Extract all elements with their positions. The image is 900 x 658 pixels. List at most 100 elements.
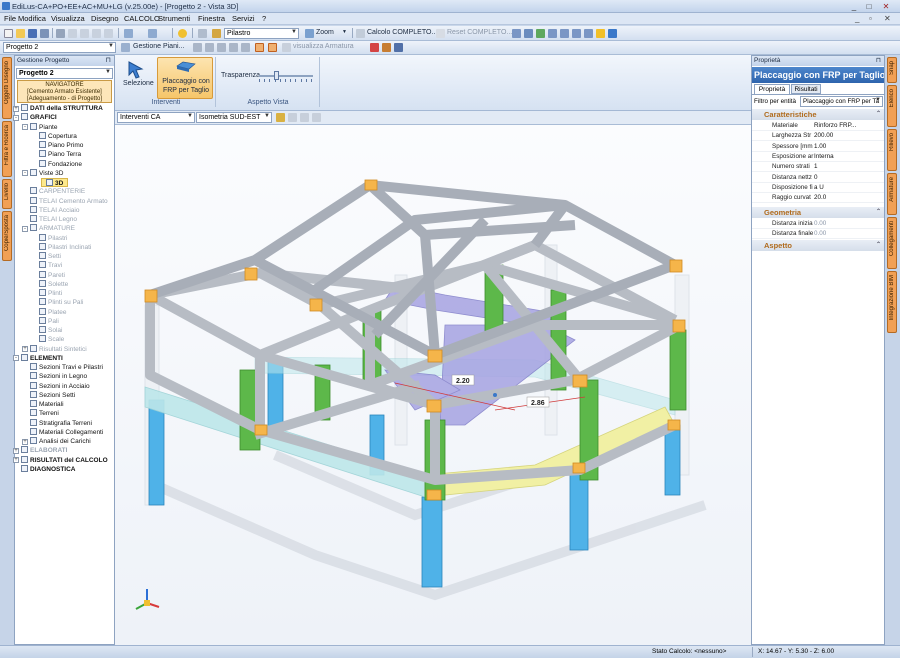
project-panel-combo[interactable]: Progetto 2 ▼ [16,68,113,79]
cut-icon[interactable] [68,29,77,38]
tab-rilievo[interactable]: Rilievo [887,129,897,171]
property-value[interactable]: Interna [814,152,834,162]
property-value[interactable]: 0.00 [814,229,826,239]
tree-node[interactable]: ELABORATI [21,446,67,455]
tree-node[interactable]: Risultati Sintetici [30,344,87,354]
save-icon[interactable] [28,29,37,38]
tree-node[interactable]: Piante [30,122,57,132]
tree-expander[interactable]: + [22,438,28,445]
minimize-button[interactable]: _ [848,2,860,11]
tree-node[interactable]: Sezioni Setti [30,390,75,400]
tree-node[interactable]: Sezioni in Acciaio [30,381,90,391]
menu-help[interactable]: ? [262,14,266,23]
tree-expander[interactable]: - [22,225,28,232]
scissors-icon[interactable] [80,29,89,38]
toggle-b-icon[interactable] [268,43,277,52]
view-b-icon[interactable] [382,43,391,52]
mdi-minimize-button[interactable]: _ [855,14,859,23]
pointer-icon[interactable] [198,29,207,38]
open-folder-icon[interactable] [16,29,25,38]
tree-node[interactable]: ARMATURE [30,224,75,233]
paste-icon[interactable] [104,29,113,38]
tab-snap[interactable]: Snap [887,57,897,83]
section-geometria[interactable]: Geometria ⌃ [752,207,884,218]
tree-expander[interactable]: + [13,457,19,463]
tree-node[interactable]: Platee [39,307,66,317]
mdi-close-button[interactable]: ✕ [884,14,891,23]
property-value[interactable]: 0.00 [814,219,826,229]
tree-node[interactable]: Materiali Collegamenti [30,427,103,437]
print-icon[interactable] [40,29,49,38]
viewport-tool-b-icon[interactable] [288,113,297,122]
menu-calcolo[interactable]: CALCOLO [124,14,160,23]
menu-servizi[interactable]: Servizi [232,14,255,23]
tree-expander[interactable]: - [13,355,19,362]
tree-expander[interactable]: - [22,124,28,130]
tree-node[interactable]: Pali [39,316,59,326]
tree-node[interactable]: Pareti [39,270,65,280]
copy-icon[interactable] [92,29,101,38]
tree-node[interactable]: DIAGNOSTICA [21,464,76,474]
tree-expander[interactable]: - [13,114,19,121]
pin-icon[interactable]: ⊓ [106,56,111,64]
tab-oggetti-disegno[interactable]: Oggetti Disegno [2,57,12,119]
tree-expander[interactable]: + [22,346,28,352]
close-button[interactable]: ✕ [880,2,892,11]
tree-node[interactable]: Pilastri Inclinati [39,242,91,252]
structure-3d-model[interactable]: 2.20 2.86 [115,125,751,645]
tree-node[interactable]: Piano Primo [39,141,83,150]
menu-file[interactable]: File [4,14,16,23]
property-value[interactable]: 20.0 [814,193,826,203]
gestione-piani-button[interactable]: Gestione Piani... [133,43,184,50]
tab-collegamenti[interactable]: Collegamenti [887,217,897,269]
tool-f-icon[interactable] [584,29,593,38]
tree-node[interactable]: Analisi dei Carichi [30,437,91,446]
tree-node[interactable]: DATI della STRUTTURA [21,104,103,113]
tree-node[interactable]: Travi [39,261,62,270]
property-row[interactable]: Distanza nettz 0 [752,173,884,183]
properties-pin-icon[interactable]: ⊓ [876,56,881,64]
tab-elenco[interactable]: Elenco [887,85,897,127]
tree-node[interactable]: Terreni [30,409,59,418]
view-a-icon[interactable] [370,43,379,52]
zoom-dropdown-icon[interactable]: ▼ [342,29,347,35]
tree-node[interactable]: Piano Terra [39,150,81,159]
property-value[interactable]: Rinforzo FRP... [814,121,856,131]
tree-node[interactable]: Plinti su Pali [39,298,83,307]
tree-node[interactable]: CARPENTERIE [30,187,85,196]
tree-node[interactable]: Setti [39,252,61,261]
view-combo[interactable]: Isometria SUD-EST ▼ [196,112,272,123]
property-row[interactable]: Spessore [mm 1.00 [752,142,884,152]
menu-visualizza[interactable]: Visualizza [51,14,85,23]
tool-d-icon[interactable] [560,29,569,38]
property-row[interactable]: Distanza inizia 0.00 [752,219,884,229]
filter-combo[interactable]: Placcaggio con FRP per Ta ▼ [800,96,883,107]
tool-c-icon[interactable] [548,29,557,38]
3d-viewport[interactable]: 2.20 2.86 [115,125,751,645]
section-aspetto[interactable]: Aspetto ⌃ [752,240,884,251]
maximize-button[interactable]: □ [863,2,875,11]
property-row[interactable]: Disposizione fi a U [752,183,884,193]
project-combo[interactable]: Progetto 2 ▼ [3,42,116,53]
tree-node[interactable]: Sezioni Travi e Pilastri [30,363,103,372]
undo-icon[interactable] [124,29,133,38]
tab-armature[interactable]: Armature [887,173,897,215]
property-value[interactable]: a U [814,183,824,193]
viewport-tool-d-icon[interactable] [312,113,321,122]
viewport-tool-c-icon[interactable] [300,113,309,122]
toggle-a-icon[interactable] [255,43,264,52]
tab-livello[interactable]: Livello [2,179,12,209]
tree-node[interactable]: TELAI Acciaio [30,205,79,215]
property-row[interactable]: Raggio curvat 20.0 [752,193,884,204]
viewport-tool-a-icon[interactable] [276,113,285,122]
tree-node[interactable]: 3D [41,178,69,187]
measure-icon[interactable] [229,43,238,52]
tree-expander[interactable]: - [22,170,28,177]
check-icon[interactable] [536,29,545,38]
tab-copie-sposta[interactable]: Copie/Sposta [2,211,12,261]
tree-expander[interactable]: + [13,105,19,112]
grid-icon[interactable] [193,43,202,52]
property-row[interactable]: Distanza finale 0.00 [752,229,884,240]
tree-node[interactable]: Solai [39,326,62,335]
tree-node[interactable]: Stratigrafia Terreni [30,418,92,428]
